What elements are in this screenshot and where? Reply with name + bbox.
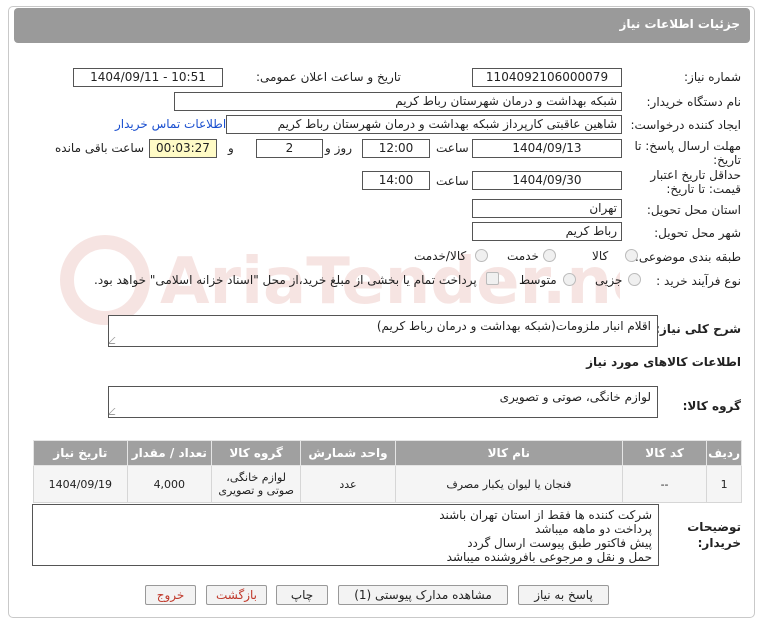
requester-field: شاهین عاقبتی کارپرداز شبکه بهداشت و درما… [226, 115, 622, 134]
exit-button[interactable]: خروج [145, 585, 196, 605]
validity-date-field: 1404/09/30 [472, 171, 622, 190]
back-button[interactable]: بازگشت [206, 585, 267, 605]
remaining-time-field: 00:03:27 [149, 139, 217, 158]
reply-button[interactable]: پاسخ به نیاز [518, 585, 609, 605]
category-option-goods: کالا [592, 249, 609, 263]
table-header-row: ردیف کد کالا نام کالا واحد شمارش گروه کا… [33, 440, 742, 466]
cell-unit: عدد [300, 465, 396, 503]
col-group: گروه کالا [210, 440, 302, 466]
need-desc-label: شرح کلی نیاز: [655, 322, 741, 336]
col-date: تاریخ نیاز [33, 440, 128, 466]
col-row: ردیف [706, 440, 742, 466]
table-row: 1 -- فنجان یا لیوان یکبار مصرف عدد لوازم… [33, 465, 742, 503]
resize-handle-icon[interactable] [109, 337, 122, 344]
category-radio-service[interactable] [543, 249, 556, 262]
cell-qty: 4,000 [126, 465, 212, 503]
cell-row: 1 [706, 465, 742, 503]
need-number-label: شماره نیاز: [684, 70, 741, 84]
treasury-checkbox[interactable] [486, 272, 499, 285]
view-docs-button[interactable]: مشاهده مدارک پیوستی (1) [338, 585, 508, 605]
purchase-radio-medium[interactable] [563, 273, 576, 286]
remaining-label: ساعت باقی مانده [55, 141, 145, 155]
need-desc-text: اقلام انبار ملزومات(شبکه بهداشت و درمان … [376, 319, 651, 333]
validity-time-label: ساعت [436, 174, 469, 188]
province-field: تهران [472, 199, 622, 218]
buyer-notes-textarea[interactable]: شرکت کننده ها فقط از استان تهران باشند پ… [32, 504, 659, 566]
goods-info-title: اطلاعات کالاهای مورد نیاز [586, 355, 741, 369]
note-line: پیش فاکتور طبق پیوست ارسال گردد [467, 536, 652, 550]
deadline-date-field: 1404/09/13 [472, 139, 622, 158]
send-deadline-label-2: تاریخ: [713, 153, 741, 167]
days-and-label: روز و [325, 141, 352, 155]
need-number-field: 1104092106000079 [472, 68, 622, 87]
validity-label-2: قیمت: تا تاریخ: [666, 182, 741, 196]
cell-code: -- [621, 465, 708, 503]
purchase-option-minor: جزیی [595, 273, 623, 287]
cell-group: لوازم خانگی، صوتی و تصویری [210, 465, 302, 503]
goods-group-text: لوازم خانگی، صوتی و تصویری [499, 390, 651, 404]
requester-label: ایجاد کننده درخواست: [630, 118, 741, 132]
buyer-org-field: شبکه بهداشت و درمان شهرستان رباط کریم [174, 92, 622, 111]
category-radio-goods[interactable] [625, 249, 638, 262]
page-title: جزئیات اطلاعات نیاز [619, 17, 740, 31]
goods-group-label: گروه کالا: [682, 399, 741, 413]
days-field: 2 [256, 139, 323, 158]
deadline-time-field: 12:00 [362, 139, 430, 158]
need-desc-textarea[interactable]: اقلام انبار ملزومات(شبکه بهداشت و درمان … [108, 315, 658, 347]
cell-date: 1404/09/19 [33, 465, 128, 503]
note-line: حمل و نقل و مرجوعی بافروشنده میباشد [446, 550, 652, 564]
city-field: رباط کریم [472, 222, 622, 241]
deadline-time-label: ساعت [436, 141, 469, 155]
province-label: استان محل تحویل: [646, 203, 741, 217]
payment-note: پرداخت تمام یا بخشی از مبلغ خرید،از محل … [94, 273, 477, 287]
category-label: طبقه بندی موضوعی: [634, 250, 741, 264]
purchase-option-medium: متوسط [519, 273, 557, 287]
days-suffix-label: و [228, 141, 234, 155]
goods-table: ردیف کد کالا نام کالا واحد شمارش گروه کا… [33, 440, 742, 503]
buyer-org-label: نام دستگاه خریدار: [646, 95, 742, 109]
col-unit: واحد شمارش [300, 440, 396, 466]
category-option-service: خدمت [507, 249, 539, 263]
cell-name: فنجان یا لیوان یکبار مصرف [394, 465, 623, 503]
note-line: پرداخت دو ماهه میباشد [535, 522, 652, 536]
purchase-radio-minor[interactable] [628, 273, 641, 286]
announce-datetime-field: 1404/09/11 - 10:51 [73, 68, 223, 87]
col-code: کد کالا [621, 440, 708, 466]
col-name: نام کالا [394, 440, 623, 466]
contact-buyer-link[interactable]: اطلاعات تماس خریدار [115, 117, 226, 131]
buyer-notes-label: توضیحات [687, 520, 741, 534]
city-label: شهر محل تحویل: [654, 226, 741, 240]
category-option-both: کالا/خدمت [414, 249, 467, 263]
resize-handle-icon[interactable] [109, 408, 122, 415]
send-deadline-label: مهلت ارسال پاسخ: تا [634, 139, 741, 153]
note-line: شرکت کننده ها فقط از استان تهران باشند [439, 508, 652, 522]
buyer-notes-label-2: خریدار: [697, 536, 741, 550]
validity-label: حداقل تاریخ اعتبار [650, 168, 741, 182]
validity-time-field: 14:00 [362, 171, 430, 190]
col-qty: تعداد / مقدار [126, 440, 212, 466]
print-button[interactable]: چاپ [276, 585, 328, 605]
announce-datetime-label: تاریخ و ساعت اعلان عمومی: [256, 70, 401, 84]
category-radio-both[interactable] [475, 249, 488, 262]
goods-group-textarea[interactable]: لوازم خانگی، صوتی و تصویری [108, 386, 658, 418]
page-header: جزئیات اطلاعات نیاز [14, 8, 750, 43]
purchase-type-label: نوع فرآیند خرید : [656, 274, 741, 288]
